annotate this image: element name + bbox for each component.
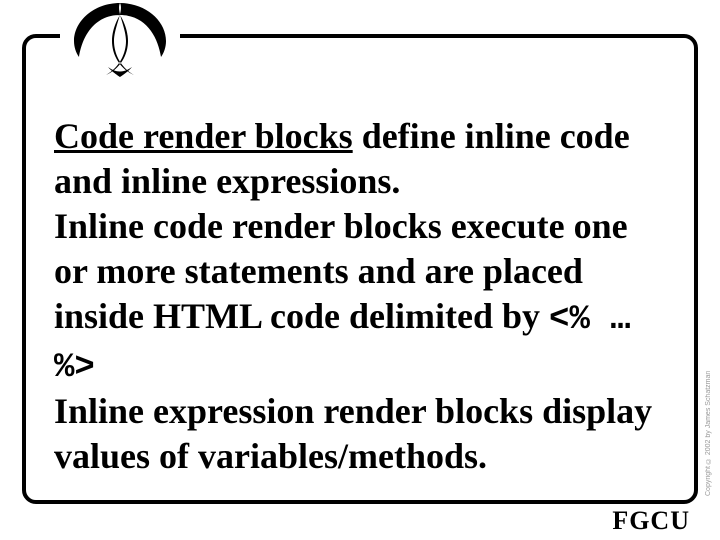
slide-body: Code render blocks define inline code an…	[54, 114, 668, 479]
delimiter-mid: …	[590, 301, 631, 339]
paragraph-inline-code: Inline code render blocks execute one or…	[54, 206, 628, 336]
paragraph-inline-expression: Inline expression render blocks display …	[54, 391, 652, 476]
eagle-logo	[60, 0, 180, 85]
term-title: Code render blocks	[54, 116, 353, 156]
footer-org: FGCU	[612, 506, 690, 536]
delimiter-close: %>	[54, 349, 95, 387]
delimiter-open: <%	[549, 301, 590, 339]
copyright-text: Copyright © 2002 by James Schatzman	[705, 356, 717, 496]
